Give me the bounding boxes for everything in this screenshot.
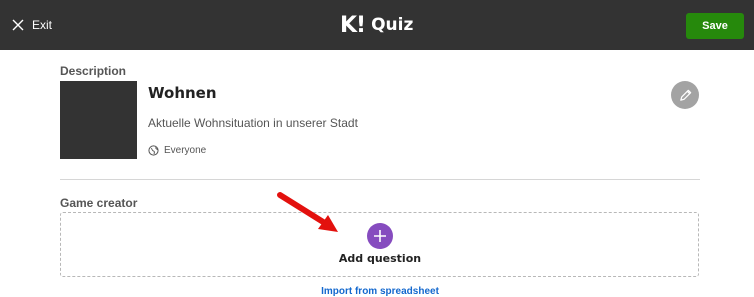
exit-button[interactable]: Exit — [12, 17, 52, 33]
description-heading: Description — [60, 64, 127, 78]
app-title: Quiz — [371, 15, 414, 35]
exit-label: Exit — [32, 18, 53, 32]
section-divider — [60, 179, 700, 180]
visibility-indicator: Everyone — [148, 145, 206, 156]
kahoot-logo: K! Quiz — [340, 12, 414, 38]
game-creator-heading: Game creator — [60, 196, 138, 210]
save-button[interactable]: Save — [686, 13, 744, 39]
pencil-icon — [679, 89, 691, 101]
edit-button[interactable] — [671, 81, 699, 109]
logo-mark: K! — [340, 12, 366, 38]
globe-icon — [148, 145, 159, 156]
close-icon — [12, 19, 24, 31]
add-question-plus-button[interactable] — [367, 223, 393, 249]
cover-image[interactable] — [60, 81, 137, 159]
import-spreadsheet-link[interactable]: Import from spreadsheet — [280, 286, 480, 297]
plus-icon — [374, 230, 386, 242]
quiz-title: Wohnen — [148, 84, 217, 102]
visibility-label: Everyone — [164, 145, 207, 156]
add-question-label[interactable]: Add question — [300, 252, 460, 265]
quiz-description: Aktuelle Wohnsituation in unserer Stadt — [148, 116, 358, 130]
top-bar: Exit K! Quiz Save — [0, 0, 754, 50]
red-arrow-icon — [277, 192, 338, 232]
